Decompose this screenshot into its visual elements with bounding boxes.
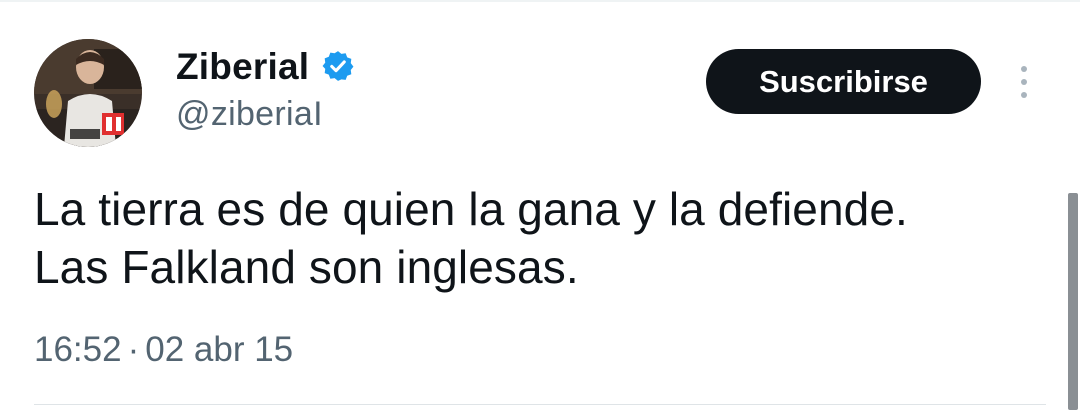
tweet-timestamp[interactable]: 16:52 · 02 abr 15: [34, 328, 293, 372]
author-display-name[interactable]: Ziberial: [176, 48, 309, 85]
tweet-time: 16:52: [34, 330, 122, 369]
more-vertical-icon[interactable]: [1008, 60, 1040, 104]
subscribe-button[interactable]: Suscribirse: [706, 49, 981, 114]
top-divider: [0, 0, 1080, 2]
tweet-text: La tierra es de quien la gana y la defie…: [34, 180, 1034, 296]
more-dot: [1021, 92, 1027, 98]
verified-badge-icon[interactable]: [321, 49, 355, 83]
scrollbar[interactable]: [1068, 193, 1078, 410]
avatar-photo: [34, 39, 142, 147]
bottom-divider: [34, 404, 1046, 405]
author-name-row: Ziberial: [176, 40, 355, 92]
tweet-date: 02 abr 15: [145, 330, 294, 369]
tweet-text-line: La tierra es de quien la gana y la defie…: [34, 183, 908, 235]
avatar[interactable]: [34, 39, 142, 147]
author-handle[interactable]: @ziberiaI: [176, 97, 323, 131]
tweet-text-line: Las Falkland son inglesas.: [34, 241, 579, 293]
more-dot: [1021, 66, 1027, 72]
timestamp-separator: ·: [127, 330, 140, 369]
more-dot: [1021, 79, 1027, 85]
